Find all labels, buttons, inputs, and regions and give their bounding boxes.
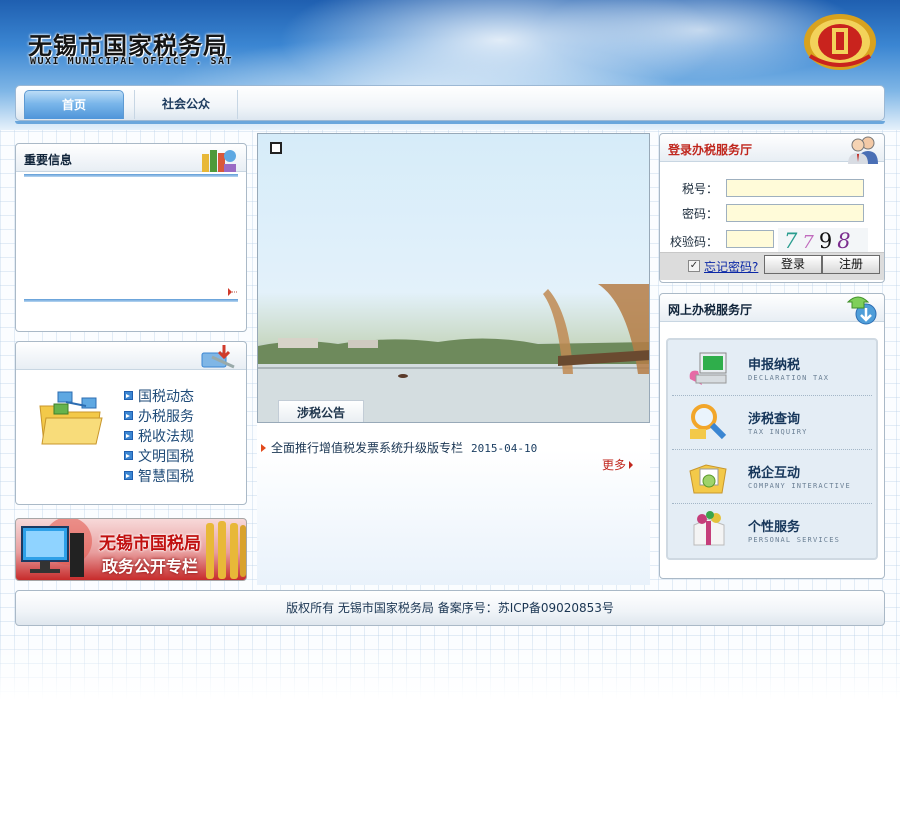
download-globe-icon <box>846 296 877 325</box>
more-link[interactable]: 更多 <box>602 456 634 473</box>
arrow-box-icon <box>124 451 133 460</box>
tax-emblem-icon <box>804 14 876 70</box>
arrow-box-icon <box>124 391 133 400</box>
party-emblem-icon <box>21 519 92 577</box>
important-info-header: 重要信息 <box>16 144 246 172</box>
slide-indicator-icon[interactable] <box>270 142 282 154</box>
download-pc-icon <box>201 345 235 369</box>
service-tax-inquiry[interactable]: 涉税查询 TAX INQUIRY <box>672 396 872 450</box>
arrow-box-icon <box>124 431 133 440</box>
login-button[interactable]: 登录 <box>764 255 822 274</box>
link-tax-service[interactable]: 办税服务 <box>124 407 194 427</box>
captcha-input[interactable] <box>726 230 774 248</box>
important-info-panel: 重要信息 <box>15 143 247 332</box>
divider <box>24 299 238 302</box>
divider <box>24 174 238 177</box>
notice-date: 2015-04-10 <box>471 442 538 455</box>
computer-icon <box>689 352 727 385</box>
folder-network-icon <box>39 391 103 445</box>
document-folder-icon <box>689 464 727 494</box>
quick-links-header <box>16 342 246 370</box>
lantern-icon <box>206 521 246 579</box>
forgot-password-link[interactable]: 忘记密码? <box>704 258 758 275</box>
captcha-label: 校验码： <box>669 235 718 249</box>
tab-home[interactable]: 首页 <box>24 90 124 119</box>
link-tax-news[interactable]: 国税动态 <box>124 387 194 407</box>
more-arrow-icon <box>629 461 634 469</box>
gov-affairs-banner[interactable]: 无锡市国税局 政务公开专栏 <box>15 518 247 581</box>
gift-box-icon <box>693 511 725 546</box>
tab-tax-notice[interactable]: 涉税公告 <box>278 400 364 422</box>
link-tax-regulations[interactable]: 税收法规 <box>124 427 194 447</box>
more-arrow-icon[interactable] <box>228 285 238 299</box>
magnifier-icon <box>690 404 727 440</box>
service-declaration-tax[interactable]: 申报纳税 DECLARATION TAX <box>672 342 872 396</box>
center-column: 涉税公告 全面推行增值税发票系统升级版专栏 2015-04-10 更多 <box>257 133 650 585</box>
scenic-photo: 涉税公告 <box>257 133 650 423</box>
arrow-box-icon <box>124 471 133 480</box>
online-hall-title: 网上办税服务厅 <box>668 303 753 317</box>
online-hall-panel: 网上办税服务厅 申报纳税 DECLARATION TAX 涉税查询 TAX IN… <box>659 293 885 579</box>
copyright-text: 版权所有 无锡市国家税务局 备案序号：苏ICP备09020853号 <box>286 601 614 615</box>
tax-id-label: 税号： <box>681 182 718 196</box>
service-personal[interactable]: 个性服务 PERSONAL SERVICES <box>672 504 872 558</box>
link-smart-tax[interactable]: 智慧国税 <box>124 467 194 487</box>
important-info-title: 重要信息 <box>24 153 73 167</box>
notice-title: 全面推行增值税发票系统升级版专栏 <box>271 441 464 455</box>
login-panel: 登录办税服务厅 税号： 密码： 校验码： 7798 ✓ 忘记密码? 登录 注册 <box>659 133 885 283</box>
tab-public[interactable]: 社会公众 <box>134 90 238 119</box>
quick-links-panel: 国税动态 办税服务 税收法规 文明国税 智慧国税 <box>15 341 247 505</box>
arrow-box-icon <box>124 411 133 420</box>
remember-checkbox[interactable]: ✓ <box>688 260 700 272</box>
site-subtitle: WUXI MUNICIPAL OFFICE . SAT <box>30 56 234 67</box>
bullet-arrow-icon <box>261 444 266 452</box>
users-icon <box>848 136 878 164</box>
books-icon <box>202 150 236 172</box>
tax-id-input[interactable] <box>726 179 864 197</box>
password-input[interactable] <box>726 204 864 222</box>
quick-links-list: 国税动态 办税服务 税收法规 文明国税 智慧国税 <box>124 387 194 487</box>
service-company-interactive[interactable]: 税企互动 COMPANY INTERACTIVE <box>672 450 872 504</box>
online-hall-header: 网上办税服务厅 <box>660 294 884 325</box>
register-button[interactable]: 注册 <box>822 255 880 274</box>
banner-line2: 政务公开专栏 <box>102 557 199 576</box>
password-label: 密码： <box>681 207 718 221</box>
main-nav: 首页 社会公众 <box>15 85 885 124</box>
notice-item[interactable]: 全面推行增值税发票系统升级版专栏 2015-04-10 <box>261 439 537 456</box>
login-actions: ✓ 忘记密码? 登录 注册 <box>660 252 884 280</box>
site-footer: 版权所有 无锡市国家税务局 备案序号：苏ICP备09020853号 <box>15 590 885 626</box>
banner-line1: 无锡市国税局 <box>99 534 201 554</box>
login-header: 登录办税服务厅 <box>660 134 884 164</box>
captcha-image[interactable]: 7798 <box>778 228 868 254</box>
link-civilized-tax[interactable]: 文明国税 <box>124 447 194 467</box>
service-list: 申报纳税 DECLARATION TAX 涉税查询 TAX INQUIRY 税企… <box>666 338 878 560</box>
login-title: 登录办税服务厅 <box>668 143 753 157</box>
